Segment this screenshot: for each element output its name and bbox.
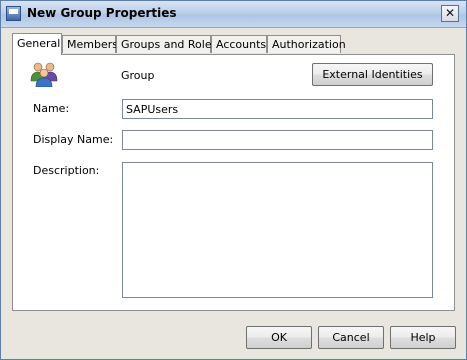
- tab-general[interactable]: General: [12, 33, 62, 55]
- group-type-label: Group: [121, 69, 155, 82]
- tab-accounts[interactable]: Accounts: [211, 35, 267, 53]
- close-button[interactable]: ✕: [441, 5, 459, 22]
- tab-members[interactable]: Members: [62, 35, 118, 53]
- tab-authorization[interactable]: Authorization: [267, 35, 346, 53]
- tab-groups-and-roles[interactable]: Groups and Roles: [116, 35, 217, 53]
- dialog-window: New Group Properties ✕ General Members G…: [0, 0, 467, 360]
- window-icon: [6, 6, 21, 21]
- name-label: Name:: [33, 102, 70, 115]
- display-name-field[interactable]: [122, 130, 433, 150]
- group-users-icon: [30, 62, 58, 87]
- window-title: New Group Properties: [27, 6, 177, 20]
- title-bar[interactable]: New Group Properties ✕: [1, 1, 466, 28]
- name-field[interactable]: [122, 99, 433, 119]
- ok-button[interactable]: OK: [246, 326, 312, 349]
- description-label: Description:: [33, 164, 100, 177]
- cancel-button[interactable]: Cancel: [318, 326, 384, 349]
- description-field[interactable]: [122, 162, 433, 298]
- help-button[interactable]: Help: [390, 326, 456, 349]
- display-name-label: Display Name:: [33, 133, 114, 146]
- external-identities-button[interactable]: External Identities: [312, 63, 433, 86]
